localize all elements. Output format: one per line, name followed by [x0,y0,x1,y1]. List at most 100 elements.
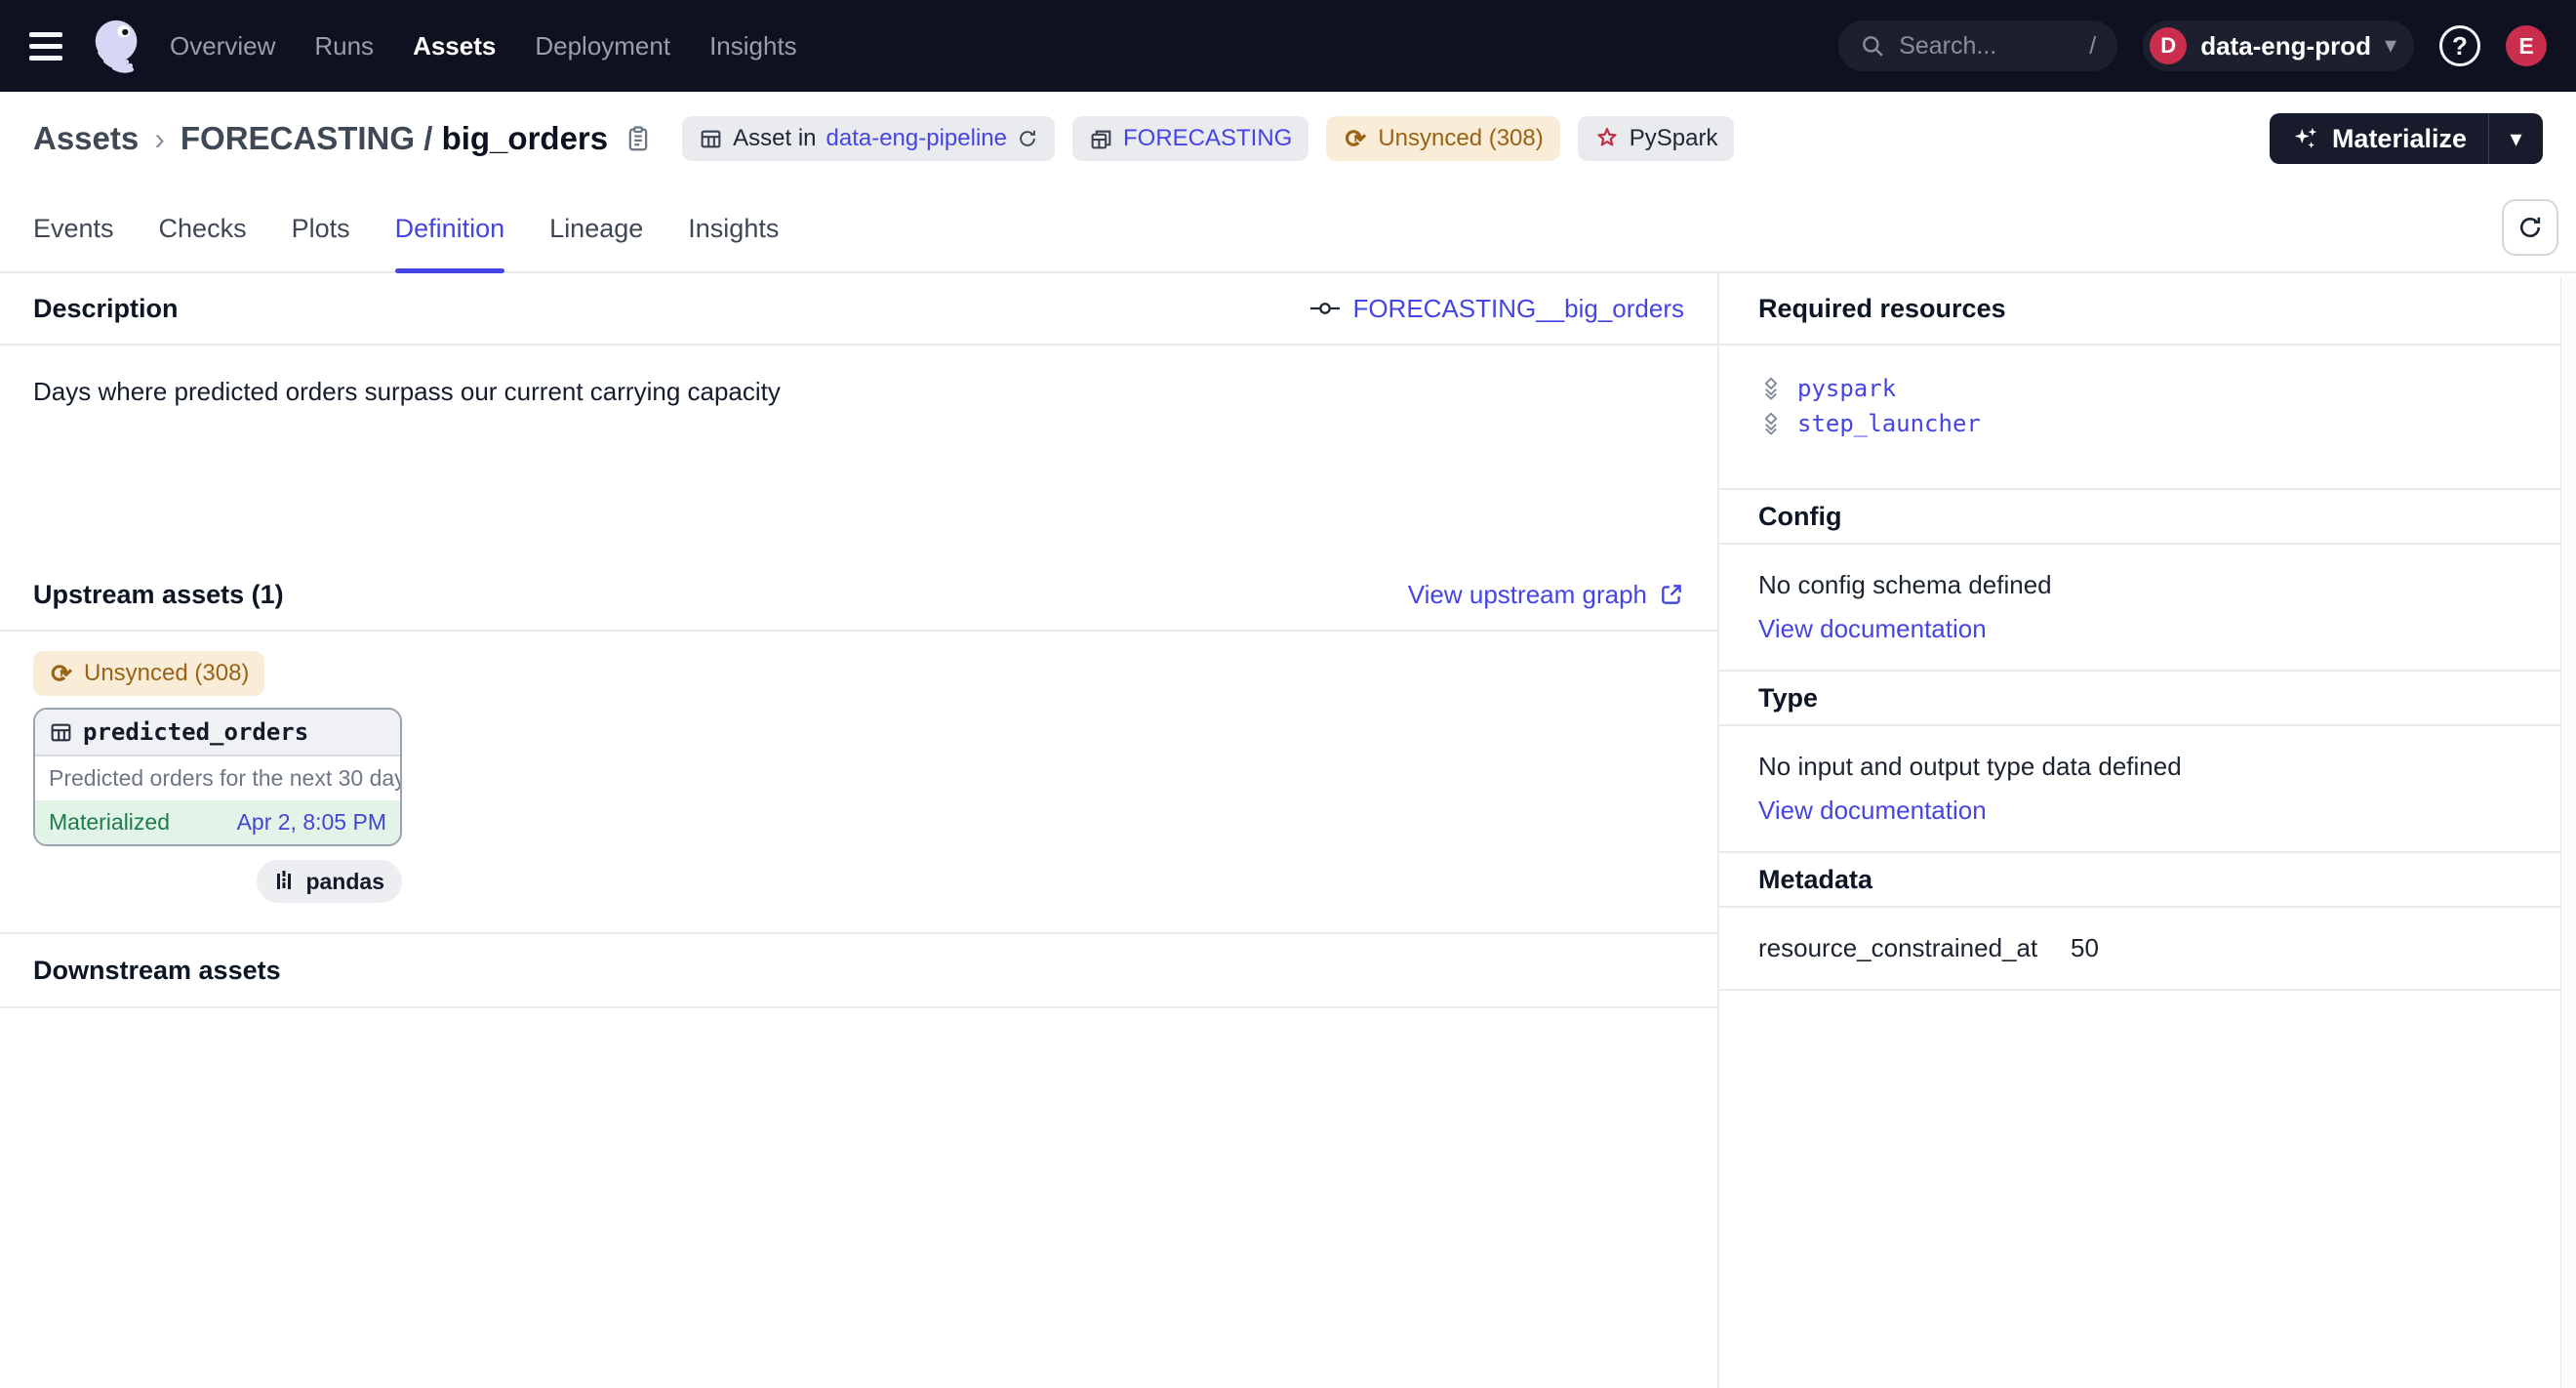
view-upstream-graph-link[interactable]: View upstream graph [1408,580,1684,610]
asset-group-icon [1089,127,1113,151]
asset-name: big_orders [442,120,609,156]
help-icon[interactable]: ? [2439,25,2480,66]
downstream-title: Downstream assets [33,956,281,986]
tab-plots[interactable]: Plots [292,185,350,271]
user-avatar[interactable]: E [2506,25,2547,66]
sparkles-icon [2291,124,2320,153]
sync-exclamation: ! [49,661,74,686]
resource-icon [1758,376,1784,401]
nav-insights[interactable]: Insights [709,31,797,61]
config-body: No config schema defined View documentat… [1719,545,2576,672]
external-link-icon [1659,582,1684,607]
nav-right-cluster: / D data-eng-prod ▾ ? E [1838,20,2547,71]
table-icon [49,720,73,745]
help-glyph: ? [2452,31,2468,61]
asset-node-description: Predicted orders for the next 30 day... [35,756,400,800]
compute-kind-tag[interactable]: PySpark [1578,116,1735,161]
asset-in-prefix: Asset in [733,125,816,152]
sync-alert-icon: ⟳ ! [49,661,74,686]
asset-node-header: predicted_orders [35,710,400,756]
upstream-asset-node[interactable]: predicted_orders Predicted orders for th… [33,708,402,846]
materialize-button[interactable]: Materialize [2270,113,2488,164]
unsynced-tag[interactable]: ⟳ ! Unsynced (308) [1326,116,1559,161]
search-box[interactable]: / [1838,20,2117,71]
config-empty-text: No config schema defined [1758,570,2537,600]
job-link[interactable]: FORECASTING__big_orders [1309,294,1684,324]
resource-name: step_launcher [1797,410,1981,437]
description-body: Days where predicted orders surpass our … [0,346,1717,559]
tab-events[interactable]: Events [33,185,114,271]
config-view-documentation-link[interactable]: View documentation [1758,614,1987,644]
resource-item-pyspark[interactable]: pyspark [1758,371,2537,406]
reload-icon [1017,128,1038,149]
hamburger-menu-icon[interactable] [29,32,62,61]
workspace-switcher[interactable]: D data-eng-prod ▾ [2143,20,2414,71]
type-body: No input and output type data defined Vi… [1719,726,2576,853]
pandas-icon [274,870,296,893]
materialized-timestamp[interactable]: Apr 2, 8:05 PM [237,809,386,836]
scrollbar-track[interactable] [2560,277,2576,1388]
tab-checks[interactable]: Checks [159,185,247,271]
asset-in-pipeline-tag[interactable]: Asset in data-eng-pipeline [682,116,1055,161]
asset-key-divider: / [423,120,432,156]
group-link[interactable]: FORECASTING [1123,125,1292,152]
refresh-button[interactable] [2502,199,2558,256]
pandas-tag[interactable]: pandas [257,860,402,903]
breadcrumb-assets[interactable]: Assets [33,120,139,157]
copy-icon[interactable] [624,124,653,153]
tab-lineage[interactable]: Lineage [549,185,643,271]
materialized-status: Materialized [49,809,170,836]
materialize-dropdown-button[interactable]: ▾ [2488,113,2543,164]
type-view-documentation-link[interactable]: View documentation [1758,796,1987,826]
view-upstream-graph-label: View upstream graph [1408,580,1647,610]
metadata-value: 50 [2071,933,2099,963]
nav-runs[interactable]: Runs [314,31,374,61]
type-section-head: Type [1719,672,2576,726]
asset-group-segment[interactable]: FORECASTING [181,120,415,156]
dagster-asset-page: Overview Runs Assets Deployment Insights… [0,0,2576,1388]
compute-kind-label: PySpark [1630,125,1718,152]
sync-alert-icon: ⟳ ! [1343,126,1368,151]
dagster-logo-icon[interactable] [88,16,148,76]
group-tag[interactable]: FORECASTING [1072,116,1308,161]
metadata-title: Metadata [1758,865,1872,895]
pandas-label: pandas [305,869,384,895]
upstream-unsynced-label: Unsynced (308) [84,660,249,687]
upstream-unsynced-badge[interactable]: ⟳ ! Unsynced (308) [33,651,264,696]
caret-down-icon: ▾ [2510,125,2521,153]
nav-overview[interactable]: Overview [170,31,275,61]
resources-title: Required resources [1758,294,2006,324]
breadcrumb-asset-key: FORECASTING / big_orders [181,120,608,157]
tab-definition[interactable]: Definition [395,185,505,271]
materialize-label: Materialize [2332,124,2467,154]
resource-icon [1758,411,1784,436]
search-icon [1860,33,1885,59]
chevron-down-icon: ▾ [2385,34,2396,58]
upstream-title: Upstream assets (1) [33,580,284,610]
materialize-split-button: Materialize ▾ [2270,113,2543,164]
primary-nav: Overview Runs Assets Deployment Insights [170,31,797,61]
downstream-section-head: Downstream assets [0,934,1717,1008]
resource-item-step-launcher[interactable]: step_launcher [1758,406,2537,441]
resources-section-head: Required resources [1719,273,2576,346]
unsynced-label: Unsynced (308) [1378,125,1543,152]
config-section-head: Config [1719,490,2576,545]
resource-name: pyspark [1797,375,1896,402]
asset-tag-bar: Asset in data-eng-pipeline FORECASTING ⟳… [682,116,1734,161]
metadata-body: resource_constrained_at 50 [1719,908,2576,991]
nav-deployment[interactable]: Deployment [535,31,670,61]
metadata-section-head: Metadata [1719,853,2576,908]
tab-insights[interactable]: Insights [688,185,779,271]
config-title: Config [1758,502,1841,532]
definition-left-column: Description FORECASTING__big_orders Days… [0,273,1717,1388]
type-title: Type [1758,683,1818,714]
sync-exclamation: ! [1343,126,1368,151]
upstream-body: ⟳ ! Unsynced (308) predicted_orders Pred… [0,632,1717,934]
description-text: Days where predicted orders surpass our … [33,377,781,406]
pipeline-link[interactable]: data-eng-pipeline [826,125,1007,152]
workspace-badge: D [2150,27,2187,64]
definition-sidebar: Required resources pyspark step_launcher [1717,273,2576,1388]
asset-title-row: Assets › FORECASTING / big_orders Asset … [0,92,2576,185]
search-input[interactable] [1899,32,2075,61]
nav-assets[interactable]: Assets [413,31,496,61]
